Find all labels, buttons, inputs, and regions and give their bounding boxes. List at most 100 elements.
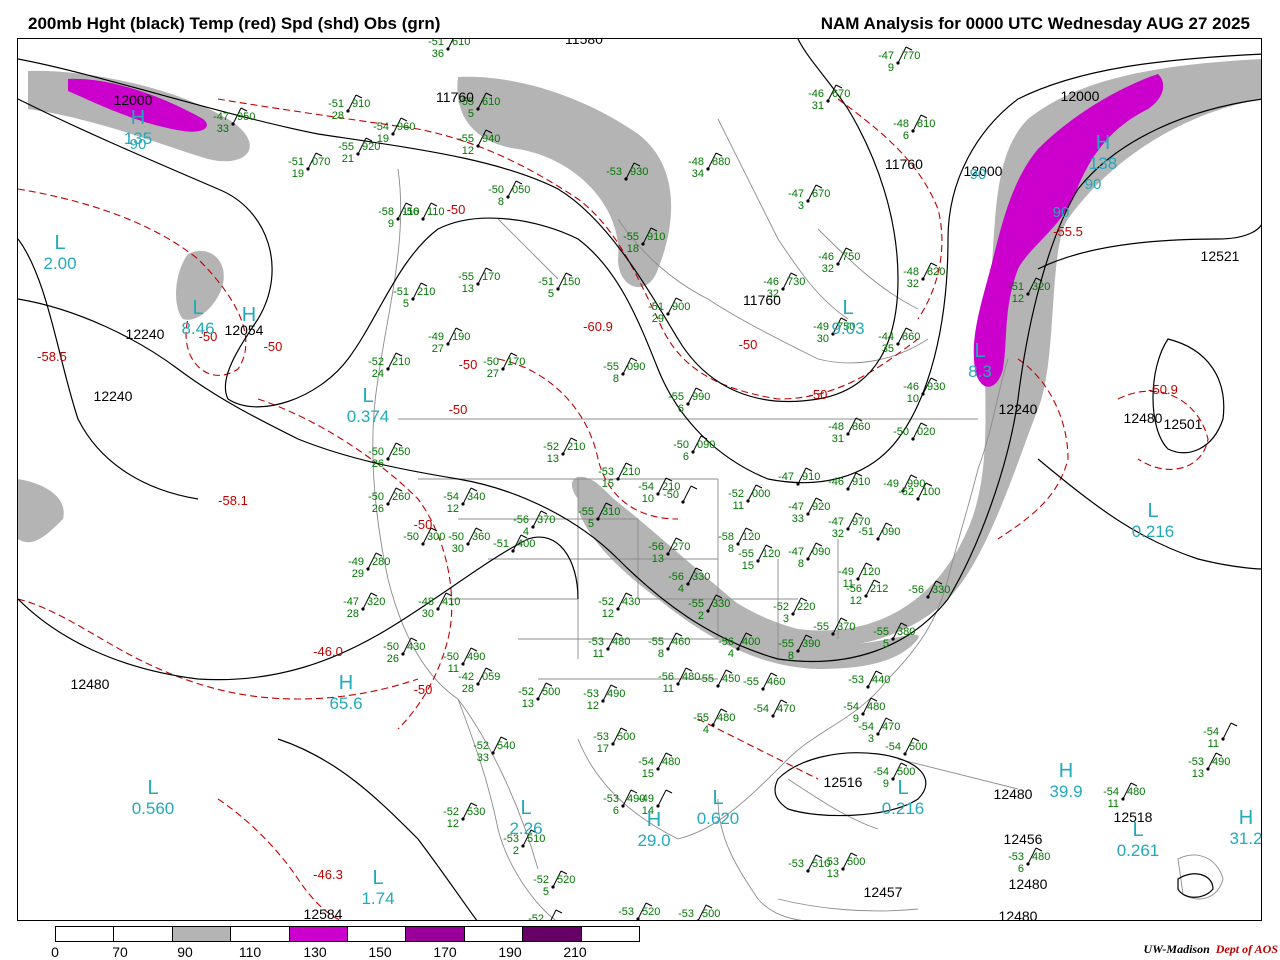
- obs-temp: -50: [673, 439, 689, 451]
- colorbar-label: 150: [368, 944, 392, 960]
- obs-dewpoint: 11: [593, 648, 604, 660]
- obs-temp: -55: [668, 391, 684, 403]
- speed-colorbar: [55, 926, 640, 942]
- colorbar-label: 130: [303, 944, 327, 960]
- obs-height: 110: [427, 206, 445, 218]
- obs-temp: -54: [843, 701, 859, 713]
- obs-temp: -44: [878, 331, 894, 343]
- station-obs: -55 480 4: [693, 708, 735, 736]
- obs-height: 120: [762, 548, 780, 560]
- obs-temp: -54: [1103, 786, 1119, 798]
- obs-height: 090: [882, 526, 900, 538]
- obs-height: 670: [832, 88, 850, 100]
- colorbar-segment: [523, 927, 582, 941]
- colorbar-label: 210: [563, 944, 587, 960]
- obs-height: 250: [392, 446, 410, 458]
- obs-height: 410: [442, 596, 460, 608]
- obs-height: 670: [812, 188, 830, 200]
- temp-contour: [217, 798, 342, 920]
- obs-dewpoint: 27: [432, 343, 444, 355]
- station-obs: -51 610 36: [428, 39, 470, 60]
- obs-temp: -53: [678, 908, 694, 920]
- obs-height: 480: [612, 636, 630, 648]
- temp-label: -46.3: [313, 867, 343, 882]
- temp-label: -46.0: [313, 644, 343, 659]
- obs-height: 540: [497, 740, 515, 752]
- low-center: L0.560: [132, 777, 175, 818]
- station-obs: -53 440: [848, 670, 890, 689]
- low-letter: L: [974, 340, 985, 362]
- obs-dewpoint: 26: [387, 653, 399, 665]
- obs-dewpoint: 32: [832, 528, 844, 540]
- obs-height: 320: [367, 596, 385, 608]
- wind-barb: [657, 789, 667, 807]
- station-obs: -50 170 27: [483, 352, 525, 380]
- obs-height: 330: [692, 571, 710, 583]
- obs-dewpoint: 27: [487, 368, 499, 380]
- obs-temp: -49: [813, 321, 829, 333]
- obs-temp: -48: [828, 421, 844, 433]
- low-center: L0.216: [1132, 500, 1175, 541]
- obs-height: 270: [672, 541, 690, 553]
- low-center: L1.74: [361, 867, 394, 908]
- obs-height: 400: [742, 636, 760, 648]
- obs-temp: -50: [663, 489, 679, 501]
- obs-dewpoint: 12: [602, 608, 614, 620]
- obs-height: 059: [482, 671, 500, 683]
- obs-dewpoint: 9: [883, 778, 889, 790]
- obs-dewpoint: 31: [812, 100, 824, 112]
- station-obs: -48 410 30: [418, 592, 460, 620]
- obs-dewpoint: 33: [477, 752, 489, 764]
- height-label: 12584: [304, 906, 343, 921]
- obs-temp: -47: [343, 596, 359, 608]
- station-obs: -52 540 33: [473, 736, 515, 764]
- obs-temp: -55: [688, 598, 704, 610]
- obs-temp: -53: [598, 466, 614, 478]
- obs-temp: -50: [448, 531, 464, 543]
- obs-temp: -53: [618, 906, 634, 918]
- colorbar-label: 110: [238, 944, 262, 960]
- station-obs: -55 990 6: [668, 387, 710, 415]
- obs-temp: -52: [728, 488, 744, 500]
- station-obs: -55 450: [698, 669, 740, 688]
- obs-height: 750: [842, 251, 860, 263]
- high-center: H31.2: [1229, 807, 1261, 848]
- obs-temp: -54: [443, 491, 459, 503]
- border-line: [777, 898, 919, 912]
- wind-barb-flag: [665, 789, 673, 794]
- obs-height: 500: [542, 686, 560, 698]
- colorbar-segment: [406, 927, 465, 941]
- obs-temp: -48: [688, 156, 704, 168]
- height-label: 12240: [94, 388, 133, 404]
- obs-dewpoint: 13: [522, 698, 534, 710]
- obs-dewpoint: 8: [788, 650, 794, 662]
- obs-dewpoint: 32: [907, 278, 919, 290]
- station-obs: -46 930 10: [903, 377, 945, 405]
- obs-dewpoint: 26: [372, 458, 384, 470]
- station-obs: -48 860 31: [828, 417, 870, 445]
- obs-temp: -54: [373, 121, 389, 133]
- station-obs: -55 120 15: [738, 544, 780, 572]
- obs-temp: -48: [893, 118, 909, 130]
- obs-temp: -55: [693, 712, 709, 724]
- station-obs: -50 050 8: [488, 180, 530, 208]
- obs-height: 090: [627, 361, 645, 373]
- center-value: 29.0: [637, 831, 670, 850]
- obs-height: 280: [372, 556, 390, 568]
- high-letter: H: [1239, 807, 1253, 829]
- obs-height: 480: [662, 756, 680, 768]
- obs-dewpoint: 12: [462, 145, 474, 157]
- station-obs: -55 090 8: [603, 357, 645, 385]
- obs-dewpoint: 12: [447, 818, 459, 830]
- obs-temp: -50: [368, 446, 384, 458]
- obs-temp: -50: [488, 184, 504, 196]
- obs-dewpoint: 15: [742, 560, 754, 572]
- station-obs: -50 020: [893, 422, 935, 441]
- obs-height: 170: [482, 271, 500, 283]
- high-letter: H: [131, 107, 145, 129]
- obs-temp: -50: [893, 426, 909, 438]
- obs-dewpoint: 29: [352, 568, 364, 580]
- obs-temp: -51: [858, 526, 874, 538]
- high-letter: H: [339, 672, 353, 694]
- obs-height: 220: [797, 601, 815, 613]
